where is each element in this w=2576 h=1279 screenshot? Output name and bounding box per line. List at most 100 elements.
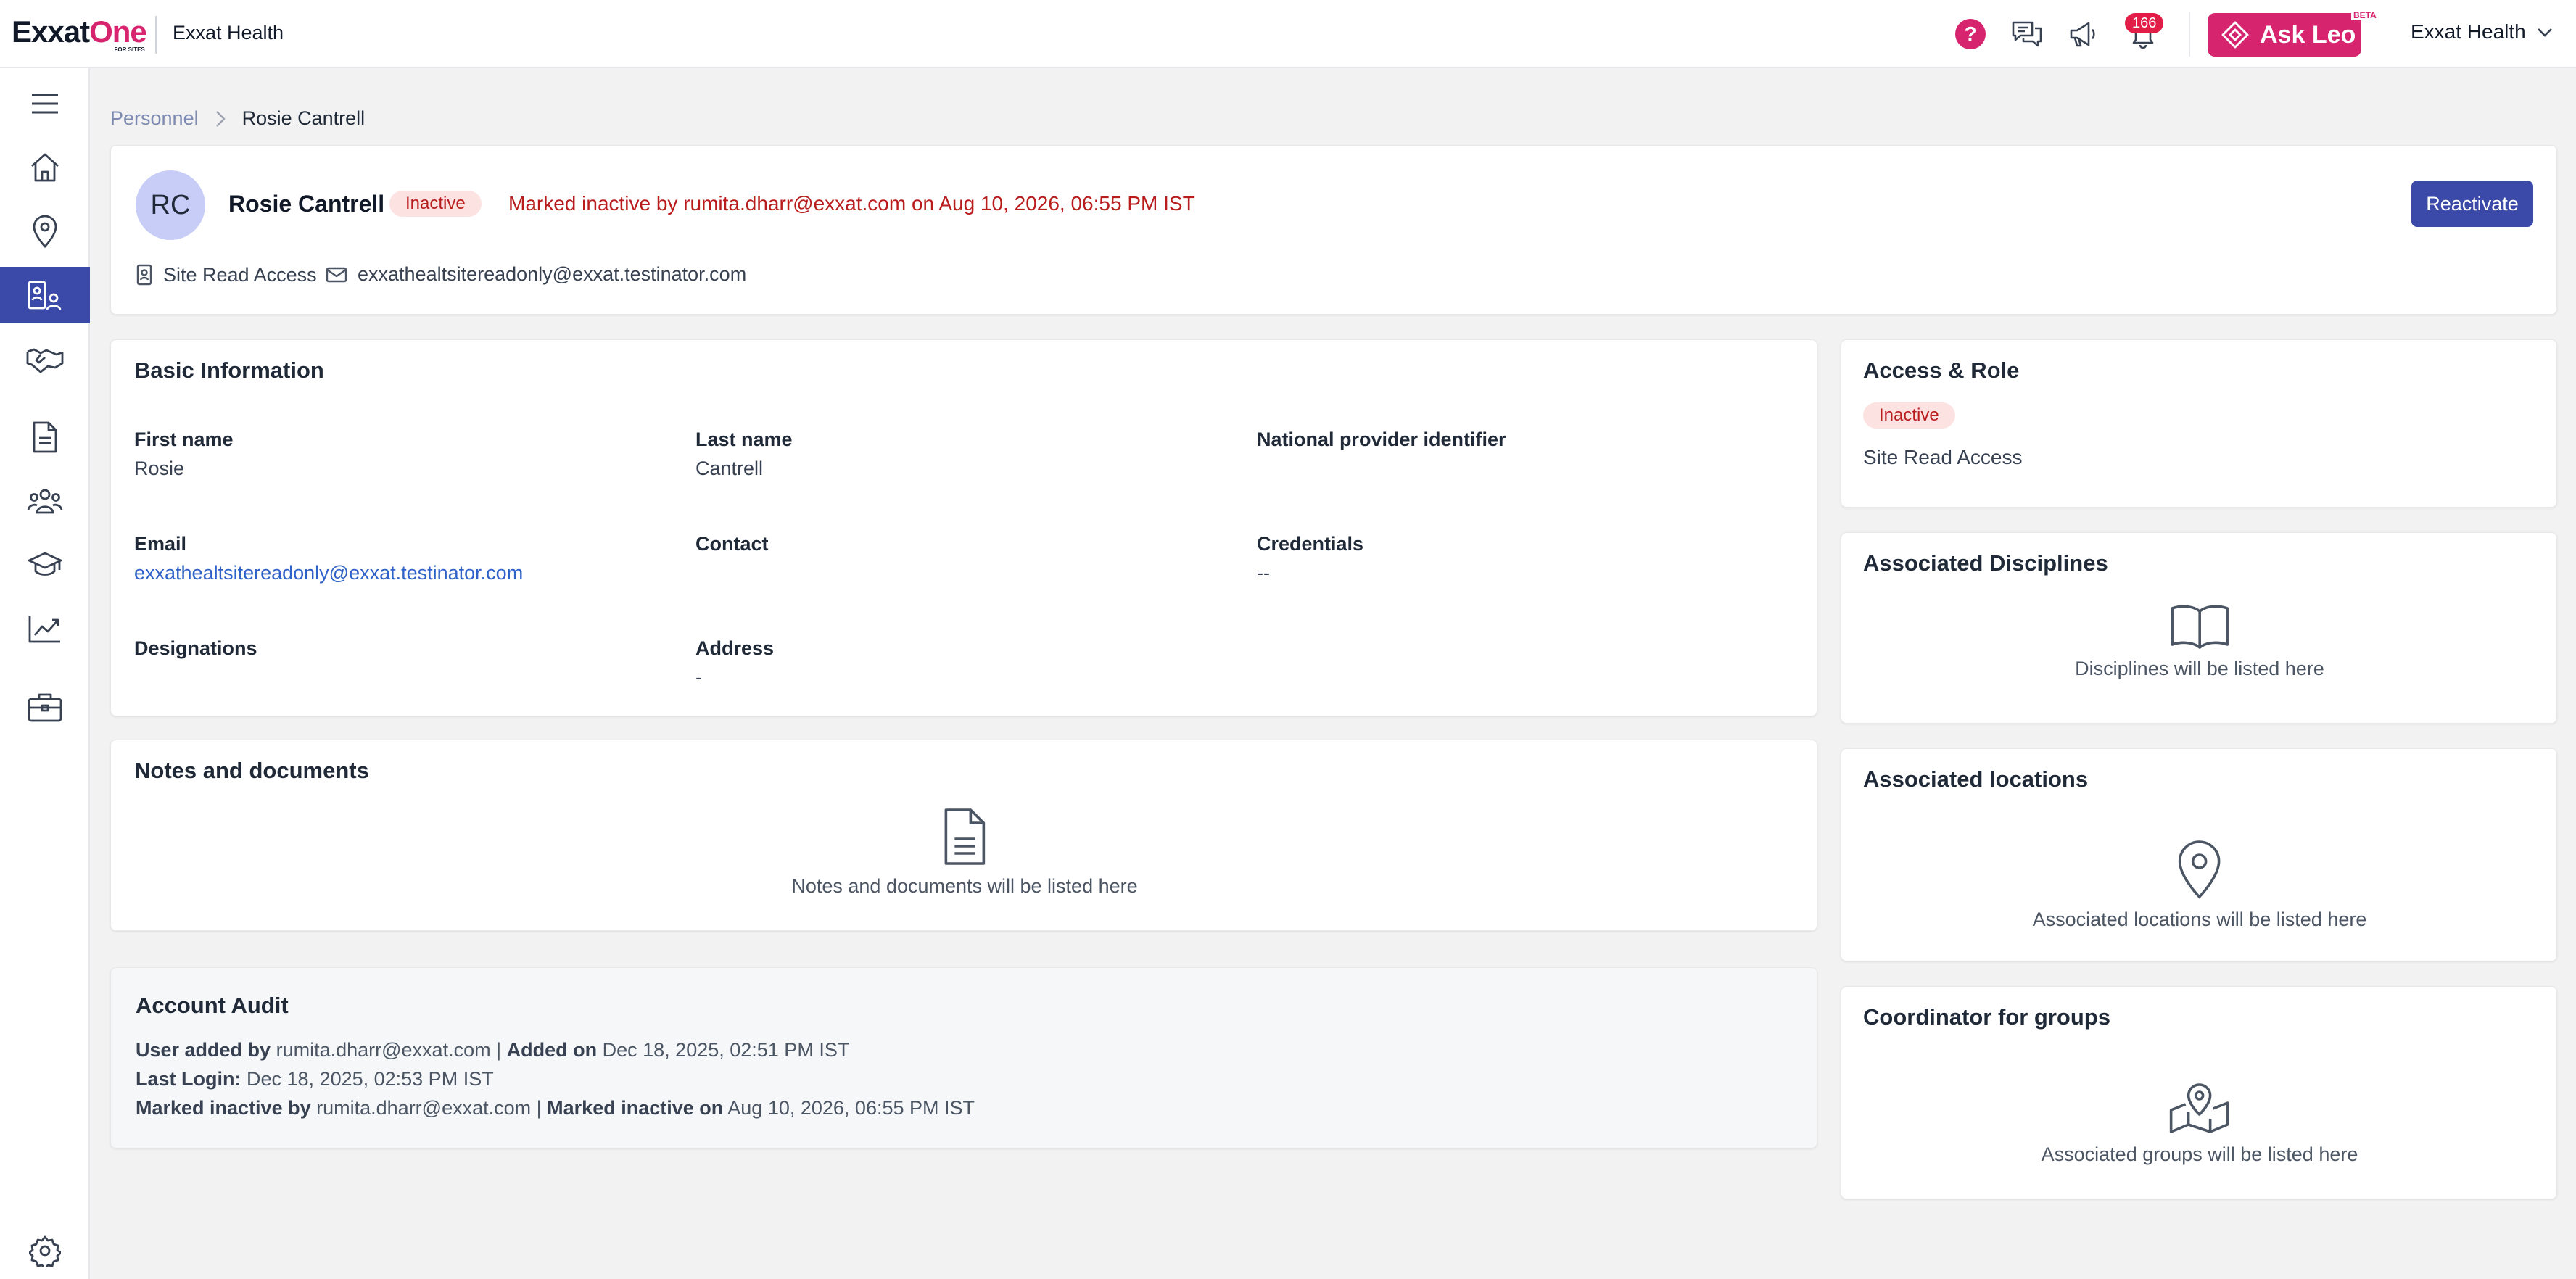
status-badge: Inactive bbox=[389, 191, 482, 217]
locations-empty-text: Associated locations will be listed here bbox=[2032, 908, 2367, 930]
org-switcher-dropdown[interactable]: Exxat Health bbox=[2411, 20, 2554, 44]
breadcrumb: Personnel Rosie Cantrell bbox=[110, 107, 365, 130]
npi-label: National provider identifier bbox=[1257, 429, 1506, 450]
map-pin-icon bbox=[33, 215, 57, 249]
mail-icon bbox=[326, 267, 347, 282]
person-name: Rosie Cantrell bbox=[228, 191, 385, 217]
help-icon[interactable]: ? bbox=[1952, 16, 1989, 52]
first-name-value: Rosie bbox=[134, 458, 185, 479]
inactive-by-value: rumita.dharr@exxat.com bbox=[316, 1097, 532, 1119]
inactive-note: Marked inactive by rumita.dharr@exxat.co… bbox=[508, 192, 1195, 215]
coordinator-groups-card: Coordinator for groups Associated groups… bbox=[1841, 986, 2557, 1199]
audit-inactive-line: Marked inactive by rumita.dharr@exxat.co… bbox=[136, 1097, 975, 1119]
topbar-divider bbox=[2189, 12, 2190, 57]
access-status-badge: Inactive bbox=[1863, 402, 1955, 429]
chat-icon[interactable] bbox=[2009, 16, 2045, 52]
handshake-icon bbox=[26, 348, 64, 373]
sidebar-item-partners[interactable] bbox=[0, 331, 90, 387]
email-label: Email bbox=[134, 533, 187, 555]
notification-count-badge: 166 bbox=[2125, 13, 2164, 33]
sidebar-item-groups[interactable] bbox=[0, 473, 90, 529]
org-name: Exxat Health bbox=[173, 22, 284, 44]
associated-locations-card: Associated locations Associated location… bbox=[1841, 748, 2557, 961]
sidebar-item-jobs[interactable] bbox=[0, 679, 90, 735]
logo-divider bbox=[155, 16, 157, 54]
hamburger-icon bbox=[32, 94, 58, 114]
document-icon bbox=[944, 808, 985, 865]
account-audit-title: Account Audit bbox=[136, 993, 289, 1018]
sidebar-item-reports[interactable] bbox=[0, 600, 90, 657]
chevron-right-icon bbox=[215, 109, 226, 128]
map-icon bbox=[2170, 1083, 2229, 1133]
logo-subtitle: FOR SITES bbox=[114, 46, 145, 53]
logo-main-text: Exxat bbox=[12, 15, 90, 49]
sidebar-item-documents[interactable] bbox=[0, 409, 90, 465]
reactivate-button[interactable]: Reactivate bbox=[2411, 181, 2533, 227]
sidebar-item-personnel[interactable] bbox=[0, 267, 90, 323]
coordinator-groups-title: Coordinator for groups bbox=[1863, 1004, 2110, 1030]
disciplines-empty-text: Disciplines will be listed here bbox=[2075, 658, 2324, 679]
email-value-link[interactable]: exxathealtsitereadonly@exxat.testinator.… bbox=[134, 562, 523, 584]
associated-disciplines-card: Associated Disciplines Disciplines will … bbox=[1841, 532, 2557, 724]
disciplines-empty-state: Disciplines will be listed here bbox=[2075, 603, 2324, 680]
chart-icon bbox=[28, 616, 60, 643]
added-by-value: rumita.dharr@exxat.com bbox=[276, 1039, 491, 1061]
basic-information-card: Basic Information First name Rosie Last … bbox=[110, 339, 1817, 716]
access-role-card: Access & Role Inactive Site Read Access bbox=[1841, 339, 2557, 508]
breadcrumb-current: Rosie Cantrell bbox=[242, 107, 366, 129]
help-glyph: ? bbox=[1955, 19, 1986, 49]
sidebar-item-education[interactable] bbox=[0, 537, 90, 593]
groups-empty-text: Associated groups will be listed here bbox=[2041, 1143, 2358, 1165]
audit-last-login-line: Last Login: Dec 18, 2025, 02:53 PM IST bbox=[136, 1068, 494, 1090]
sidebar-item-settings[interactable] bbox=[0, 1222, 90, 1279]
notes-empty-text: Notes and documents will be listed here bbox=[791, 875, 1138, 897]
groups-empty-state: Associated groups will be listed here bbox=[2042, 1077, 2358, 1166]
access-role-name: Site Read Access bbox=[1863, 446, 2023, 468]
email-meta: exxathealtsitereadonly@exxat.testinator.… bbox=[326, 263, 746, 286]
basic-information-title: Basic Information bbox=[134, 357, 324, 383]
inactive-on-value: Aug 10, 2026, 06:55 PM IST bbox=[727, 1097, 975, 1119]
ask-leo-button[interactable]: Ask Leo bbox=[2208, 13, 2361, 57]
sidebar-item-menu[interactable] bbox=[0, 75, 90, 132]
id-badge-icon bbox=[136, 264, 152, 286]
added-on-label: Added on bbox=[506, 1039, 598, 1061]
address-label: Address bbox=[695, 637, 775, 659]
logo-accent-text: One bbox=[89, 15, 147, 49]
book-icon bbox=[2171, 605, 2229, 649]
personnel-icon bbox=[28, 281, 62, 310]
document-icon bbox=[33, 421, 57, 453]
sidebar bbox=[0, 68, 90, 1279]
briefcase-icon bbox=[28, 693, 62, 722]
map-pin-icon bbox=[2179, 840, 2221, 899]
beta-tag: BETA bbox=[2351, 10, 2379, 20]
megaphone-icon[interactable] bbox=[2065, 16, 2102, 52]
graduation-cap-icon bbox=[28, 552, 62, 576]
credentials-value: -- bbox=[1257, 562, 1270, 584]
audit-separator: | bbox=[536, 1097, 542, 1119]
chevron-down-icon bbox=[2537, 28, 2552, 37]
address-value: - bbox=[695, 666, 702, 688]
role-meta: Site Read Access bbox=[136, 263, 317, 286]
credentials-label: Credentials bbox=[1257, 533, 1364, 555]
inactive-on-label: Marked inactive on bbox=[547, 1097, 724, 1119]
audit-added-line: User added by rumita.dharr@exxat.com | A… bbox=[136, 1039, 849, 1061]
sidebar-item-home[interactable] bbox=[0, 139, 90, 196]
added-on-value: Dec 18, 2025, 02:51 PM IST bbox=[602, 1039, 850, 1061]
last-name-value: Cantrell bbox=[695, 458, 764, 479]
last-login-label: Last Login: bbox=[136, 1068, 242, 1090]
ask-leo-label: Ask Leo bbox=[2260, 20, 2356, 49]
sidebar-item-locations[interactable] bbox=[0, 203, 90, 260]
leo-icon bbox=[2221, 21, 2249, 49]
added-by-label: User added by bbox=[136, 1039, 271, 1061]
associated-disciplines-title: Associated Disciplines bbox=[1863, 550, 2108, 576]
last-name-label: Last name bbox=[695, 429, 793, 450]
role-meta-label: Site Read Access bbox=[163, 263, 317, 286]
email-meta-label[interactable]: exxathealtsitereadonly@exxat.testinator.… bbox=[358, 263, 746, 286]
associated-locations-title: Associated locations bbox=[1863, 766, 2089, 792]
exxat-one-logo[interactable]: ExxatOne FOR SITES bbox=[12, 15, 147, 55]
breadcrumb-personnel-link[interactable]: Personnel bbox=[110, 107, 199, 130]
account-audit-card: Account Audit User added by rumita.dharr… bbox=[110, 967, 1817, 1148]
gear-icon bbox=[29, 1235, 61, 1267]
access-role-title: Access & Role bbox=[1863, 357, 2020, 383]
home-icon bbox=[31, 153, 59, 182]
